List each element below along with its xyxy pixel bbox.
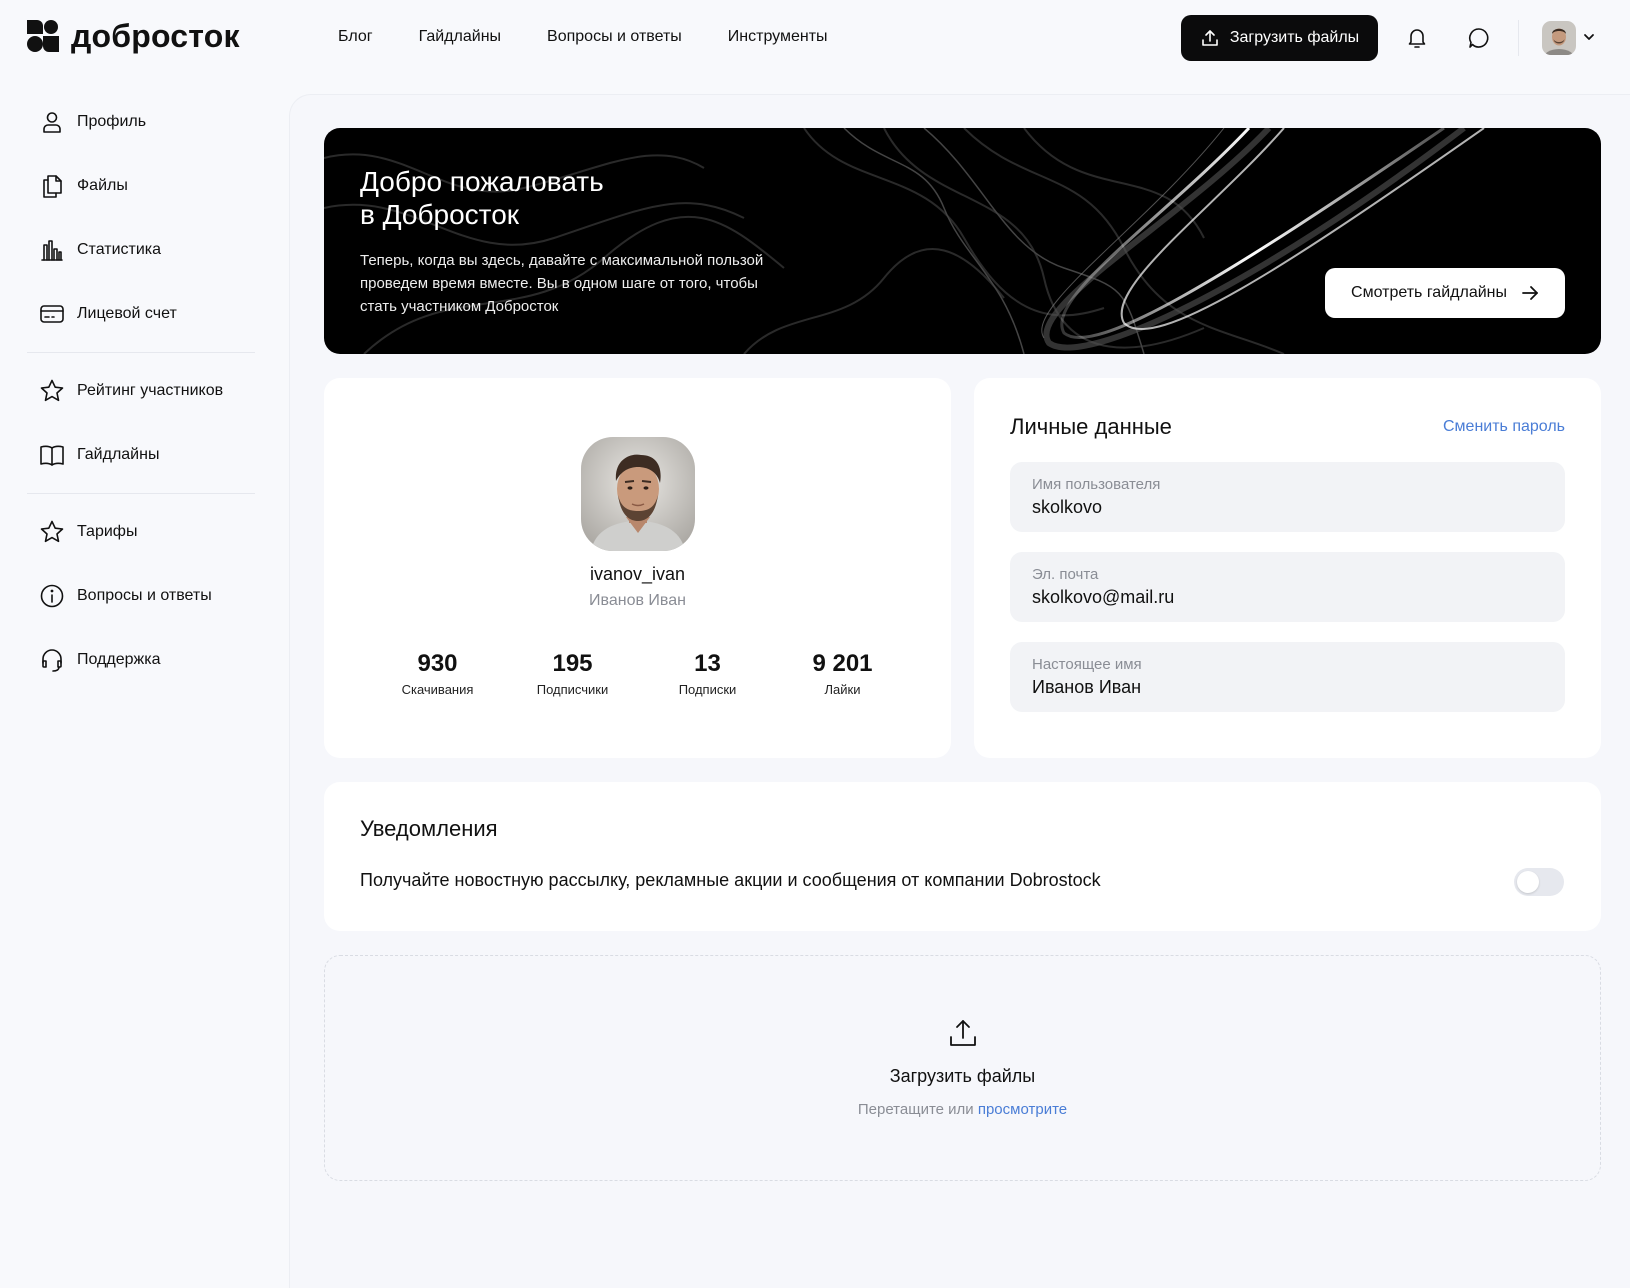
dropzone-subtitle: Перетащите или просмотрите bbox=[325, 1101, 1600, 1118]
field-label: Эл. почта bbox=[1032, 566, 1099, 583]
stat-value: 195 bbox=[552, 650, 593, 677]
notifications-text: Получайте новостную рассылку, рекламные … bbox=[360, 870, 1101, 890]
profile-card: ivanov_ivan Иванов Иван 930 Скачивания 1… bbox=[324, 378, 951, 758]
sidebar-item-faq[interactable]: Вопросы и ответы bbox=[27, 564, 255, 628]
sidebar-item-label: Гайдлайны bbox=[77, 446, 160, 463]
field-label: Настоящее имя bbox=[1032, 656, 1142, 673]
notifications-card: Уведомления Получайте новостную рассылку… bbox=[324, 782, 1601, 931]
file-dropzone[interactable]: Загрузить файлы Перетащите или просмотри… bbox=[324, 955, 1601, 1181]
upload-files-label: Загрузить файлы bbox=[1229, 29, 1360, 46]
field-value: skolkovo bbox=[1032, 497, 1103, 517]
sidebar-item-label: Профиль bbox=[77, 113, 147, 130]
book-icon bbox=[40, 445, 64, 466]
banner-title: Добро пожаловать в Добросток bbox=[360, 165, 760, 231]
field-value: skolkovo@mail.ru bbox=[1032, 587, 1175, 607]
nav-guidelines[interactable]: Гайдлайны bbox=[419, 28, 501, 46]
stat-value: 9 201 bbox=[812, 650, 873, 677]
field-label: Имя пользователя bbox=[1032, 476, 1161, 493]
headset-icon bbox=[42, 649, 62, 672]
chevron-down-icon[interactable] bbox=[1582, 30, 1596, 44]
avatar[interactable] bbox=[1542, 21, 1576, 55]
bar-chart-icon bbox=[41, 240, 63, 261]
notifications-title: Уведомления bbox=[360, 816, 498, 841]
banner-background-art bbox=[324, 128, 1485, 354]
sidebar-divider bbox=[27, 493, 255, 494]
profile-username: ivanov_ivan bbox=[589, 564, 686, 584]
stat-subscriptions: 13 Подписки bbox=[640, 650, 775, 697]
sidebar-item-statistics[interactable]: Статистика bbox=[27, 218, 255, 282]
chat-icon[interactable] bbox=[1466, 25, 1492, 51]
username-field[interactable]: Имя пользователя skolkovo bbox=[1010, 462, 1565, 532]
bell-icon[interactable] bbox=[1404, 25, 1430, 51]
sidebar-item-account[interactable]: Лицевой счет bbox=[27, 282, 255, 346]
nav-blog[interactable]: Блог bbox=[338, 28, 373, 46]
stat-downloads: 930 Скачивания bbox=[370, 650, 505, 697]
view-guidelines-label: Смотреть гайдлайны bbox=[1351, 284, 1507, 301]
stat-label: Подписки bbox=[678, 682, 737, 697]
welcome-banner: Добро пожаловать в Добросток Теперь, ког… bbox=[324, 128, 1601, 354]
header-divider bbox=[1518, 20, 1519, 56]
stat-likes: 9 201 Лайки bbox=[775, 650, 910, 697]
change-password-link[interactable]: Сменить пароль bbox=[1443, 418, 1565, 436]
profile-avatar[interactable] bbox=[581, 437, 695, 551]
profile-stats: 930 Скачивания 195 Подписчики 13 Подписк… bbox=[370, 650, 910, 697]
files-icon bbox=[43, 175, 62, 198]
sidebar-item-rating[interactable]: Рейтинг участников bbox=[27, 359, 255, 423]
browse-link[interactable]: просмотрите bbox=[978, 1101, 1067, 1118]
stat-value: 13 bbox=[694, 650, 721, 677]
star-icon bbox=[40, 520, 64, 543]
logo-text: добросток bbox=[71, 18, 240, 54]
banner-title-line1: Добро пожаловать bbox=[360, 166, 604, 197]
top-header: добросток Блог Гайдлайны Вопросы и ответ… bbox=[0, 0, 1630, 78]
star-icon bbox=[40, 379, 64, 402]
personal-data-title: Личные данные bbox=[1010, 414, 1172, 439]
upload-files-button[interactable]: Загрузить файлы bbox=[1181, 15, 1378, 61]
upload-icon bbox=[950, 1020, 976, 1046]
stat-label: Лайки bbox=[824, 682, 861, 697]
stat-followers: 195 Подписчики bbox=[505, 650, 640, 697]
sidebar-item-label: Рейтинг участников bbox=[77, 382, 224, 399]
sidebar-item-label: Файлы bbox=[77, 177, 128, 194]
banner-title-line2: в Добросток bbox=[360, 199, 520, 230]
field-value: Иванов Иван bbox=[1032, 677, 1142, 697]
arrow-right-icon bbox=[1522, 286, 1538, 300]
nav-tools[interactable]: Инструменты bbox=[728, 28, 828, 46]
sidebar-item-tariffs[interactable]: Тарифы bbox=[27, 500, 255, 564]
sidebar-divider bbox=[27, 352, 255, 353]
email-field[interactable]: Эл. почта skolkovo@mail.ru bbox=[1010, 552, 1565, 622]
sidebar: Профиль Файлы Статистика Лицевой счет Ре… bbox=[27, 90, 255, 692]
newsletter-toggle[interactable] bbox=[1514, 868, 1564, 896]
personal-data-card: Личные данные Сменить пароль Имя пользов… bbox=[974, 378, 1601, 758]
sidebar-item-guidelines[interactable]: Гайдлайны bbox=[27, 423, 255, 487]
stat-label: Скачивания bbox=[401, 682, 474, 697]
logo[interactable]: добросток bbox=[27, 20, 240, 52]
nav-faq[interactable]: Вопросы и ответы bbox=[547, 28, 682, 46]
sidebar-item-files[interactable]: Файлы bbox=[27, 154, 255, 218]
view-guidelines-button[interactable]: Смотреть гайдлайны bbox=[1325, 268, 1565, 318]
dropzone-title: Загрузить файлы bbox=[889, 1066, 1036, 1086]
sidebar-item-label: Лицевой счет bbox=[77, 305, 177, 322]
top-nav: Блог Гайдлайны Вопросы и ответы Инструме… bbox=[338, 28, 828, 46]
sidebar-item-label: Вопросы и ответы bbox=[77, 587, 212, 604]
info-icon bbox=[40, 584, 64, 608]
stat-value: 930 bbox=[417, 650, 458, 677]
stat-label: Подписчики bbox=[536, 682, 609, 697]
profile-real-name: Иванов Иван bbox=[589, 592, 686, 609]
sidebar-item-label: Тарифы bbox=[77, 523, 138, 540]
sidebar-item-label: Статистика bbox=[77, 241, 162, 258]
dropzone-sub-prefix: Перетащите или bbox=[857, 1101, 974, 1118]
logo-icon bbox=[27, 20, 59, 52]
sidebar-item-label: Поддержка bbox=[77, 651, 161, 668]
real-name-field[interactable]: Настоящее имя Иванов Иван bbox=[1010, 642, 1565, 712]
upload-icon bbox=[1202, 30, 1218, 46]
banner-text: Теперь, когда вы здесь, давайте с максим… bbox=[360, 252, 764, 315]
sidebar-item-profile[interactable]: Профиль bbox=[27, 90, 255, 154]
card-icon bbox=[40, 305, 64, 323]
sidebar-item-support[interactable]: Поддержка bbox=[27, 628, 255, 692]
toggle-knob bbox=[1517, 871, 1539, 893]
user-icon bbox=[43, 112, 61, 133]
